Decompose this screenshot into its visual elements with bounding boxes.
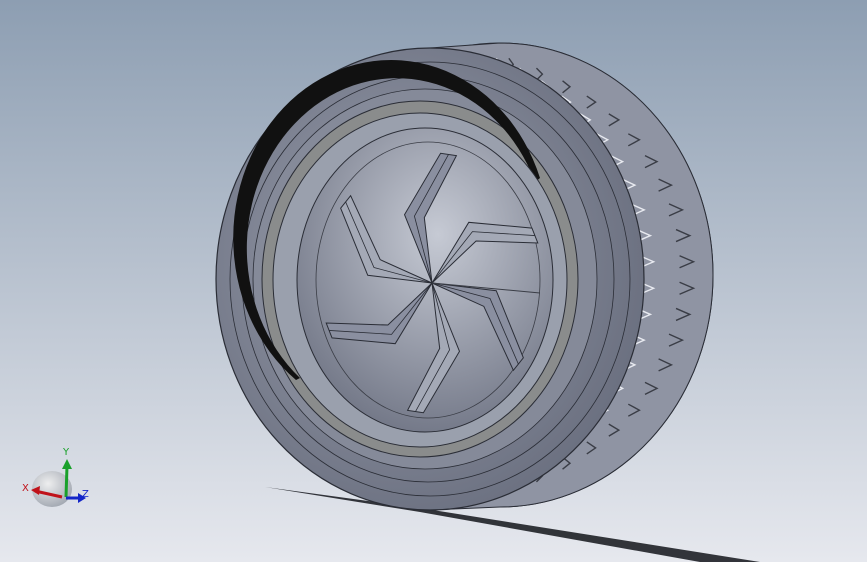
triad-z-label: Z	[82, 489, 89, 500]
graphics-viewport[interactable]: X Y Z	[0, 0, 867, 562]
triad-y-label: Y	[62, 447, 70, 458]
wheel-model[interactable]	[215, 42, 714, 511]
triad-y-axis	[64, 465, 69, 498]
triad-x-label: X	[22, 483, 29, 494]
